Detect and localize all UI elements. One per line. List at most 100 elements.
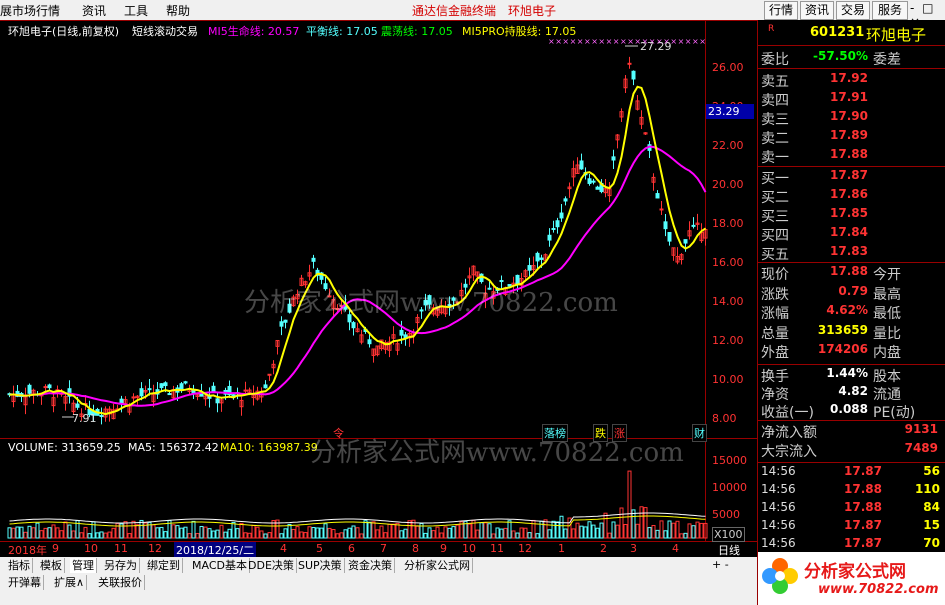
month-label: 9 xyxy=(52,542,59,555)
volume-bar xyxy=(631,509,636,539)
volume-bar xyxy=(187,533,192,539)
candle-body xyxy=(99,415,104,418)
period-label[interactable]: 日线 xyxy=(718,542,740,558)
tab-indicator[interactable]: 指标 xyxy=(6,558,33,573)
volume-bar xyxy=(139,519,144,539)
tab-save-as[interactable]: 另存为 xyxy=(102,558,140,573)
candle-body xyxy=(591,180,596,183)
mi5-life-value: MI5生命线: 20.57 xyxy=(208,25,300,38)
bid-price: 17.86 xyxy=(830,187,868,201)
candle-body xyxy=(283,319,288,323)
volume-bar xyxy=(551,520,556,539)
volume-bar xyxy=(267,532,272,539)
volume-bar xyxy=(35,522,40,539)
volume-value: VOLUME: 313659.25 xyxy=(8,441,121,454)
volume-bar xyxy=(663,530,668,539)
stock-name: 环旭电子 xyxy=(866,26,927,44)
volume-ma10-value: MA10: 163987.39 xyxy=(220,441,318,454)
candle-body xyxy=(159,383,164,389)
volume-bar xyxy=(443,526,448,539)
tick-volume: 110 xyxy=(914,482,940,496)
menu-tools[interactable]: 工具 xyxy=(124,2,148,19)
bid-level-row: 买五 17.83 xyxy=(758,244,945,263)
volume-bar xyxy=(367,521,372,539)
signal-x-mark: × xyxy=(577,37,584,46)
volume-bar xyxy=(315,527,320,539)
menu-market[interactable]: 展市场行情 xyxy=(0,2,60,19)
stat-right-label: 量比 xyxy=(873,325,901,342)
menu-news[interactable]: 资讯 xyxy=(82,2,106,19)
volume-bar xyxy=(31,527,36,539)
volume-bar xyxy=(675,520,680,539)
month-label: 5 xyxy=(316,542,323,555)
tab-fxj-formula[interactable]: 分析家公式网 xyxy=(402,558,473,573)
volume-bar xyxy=(95,532,100,539)
r-flag-icon: R xyxy=(768,24,775,34)
volume-bar xyxy=(307,526,312,539)
volume-bar xyxy=(19,526,24,539)
volume-bar xyxy=(159,526,164,539)
tab-template[interactable]: 模板 xyxy=(38,558,65,573)
volume-bar xyxy=(23,531,28,539)
kline-chart-panel[interactable]: × × × × × × × × × × × × × × × × × × × × × × 环旭电子(日线,前复权) 短线滚动… xyxy=(0,20,757,542)
volume-bar xyxy=(279,533,284,539)
tick-time: 14:56 xyxy=(761,464,796,478)
candle-body xyxy=(551,227,556,230)
volume-bar xyxy=(207,528,212,539)
tick-row: 14:56 17.88 110 xyxy=(758,482,945,501)
tab-sup[interactable]: SUP决策 xyxy=(296,558,345,573)
tab-manage[interactable]: 管理 xyxy=(70,558,97,573)
volume-bar xyxy=(359,533,364,539)
volume-bar xyxy=(595,527,600,539)
signal-x-mark: × xyxy=(678,37,685,46)
block-flow-row: 大宗流入 7489 xyxy=(758,441,945,460)
volume-bar xyxy=(343,529,348,539)
trade-button[interactable]: 交易 xyxy=(836,1,870,20)
signal-x-mark: × xyxy=(627,37,634,46)
volume-bar xyxy=(291,528,296,539)
volume-bar xyxy=(515,532,520,539)
volume-bar xyxy=(695,521,700,539)
signal-x-mark: × xyxy=(692,37,699,46)
volume-tick: 5000 xyxy=(712,508,740,521)
top-markers: × × × × × × × × × × × × × × × × × × × × × × xyxy=(62,37,706,418)
service-button[interactable]: 服务 xyxy=(872,1,908,20)
volume-bar xyxy=(183,526,188,539)
news-button[interactable]: 资讯 xyxy=(800,1,834,20)
finance-tag[interactable]: 财 xyxy=(692,424,707,442)
fundamental-value: 1.44% xyxy=(826,366,868,380)
month-label: 2 xyxy=(600,542,607,555)
candle-body xyxy=(595,186,600,190)
candle-body xyxy=(167,393,172,396)
tab-expand[interactable]: 扩展∧ xyxy=(52,575,88,590)
indicator-name: 短线滚动交易 xyxy=(132,25,198,38)
volume-bar xyxy=(303,532,308,539)
block-flow-label: 大宗流入 xyxy=(761,444,817,460)
volume-bar xyxy=(195,533,200,539)
volume-bar xyxy=(391,523,396,539)
candle-body xyxy=(263,384,268,389)
volume-bar xyxy=(203,526,208,539)
tab-dde[interactable]: DDE决策 xyxy=(246,558,297,573)
volume-bar xyxy=(479,522,484,539)
month-label: 6 xyxy=(348,542,355,555)
volume-bar xyxy=(87,533,92,539)
volume-bar xyxy=(163,531,168,539)
oscillate-value: 震荡线: 17.05 xyxy=(381,25,453,38)
quote-panel: R 601231 环旭电子 委比 -57.50% 委差 卖五 17.92 卖四 17.… xyxy=(757,20,945,605)
volume-bar xyxy=(403,528,408,539)
tab-related-quote[interactable]: 关联报价 xyxy=(96,575,145,590)
hold-line-value: MI5PRO持股线: 17.05 xyxy=(462,25,577,38)
zoom-controls[interactable]: + - xyxy=(712,558,729,571)
menu-help[interactable]: 帮助 xyxy=(166,2,190,19)
candle-body xyxy=(147,388,152,391)
tab-bind-to[interactable]: 绑定到 xyxy=(145,558,183,573)
quote-button[interactable]: 行情 xyxy=(764,1,798,20)
price-tick: 8.00 xyxy=(712,412,737,425)
tab-macd-basic[interactable]: MACD基本 xyxy=(190,558,250,573)
year-label: 2018年 xyxy=(8,544,47,557)
stock-title: 环旭电子 xyxy=(508,4,557,18)
tab-fund[interactable]: 资金决策 xyxy=(346,558,395,573)
volume-bar xyxy=(579,525,584,539)
tab-danmaku[interactable]: 开弹幕 xyxy=(6,575,44,590)
